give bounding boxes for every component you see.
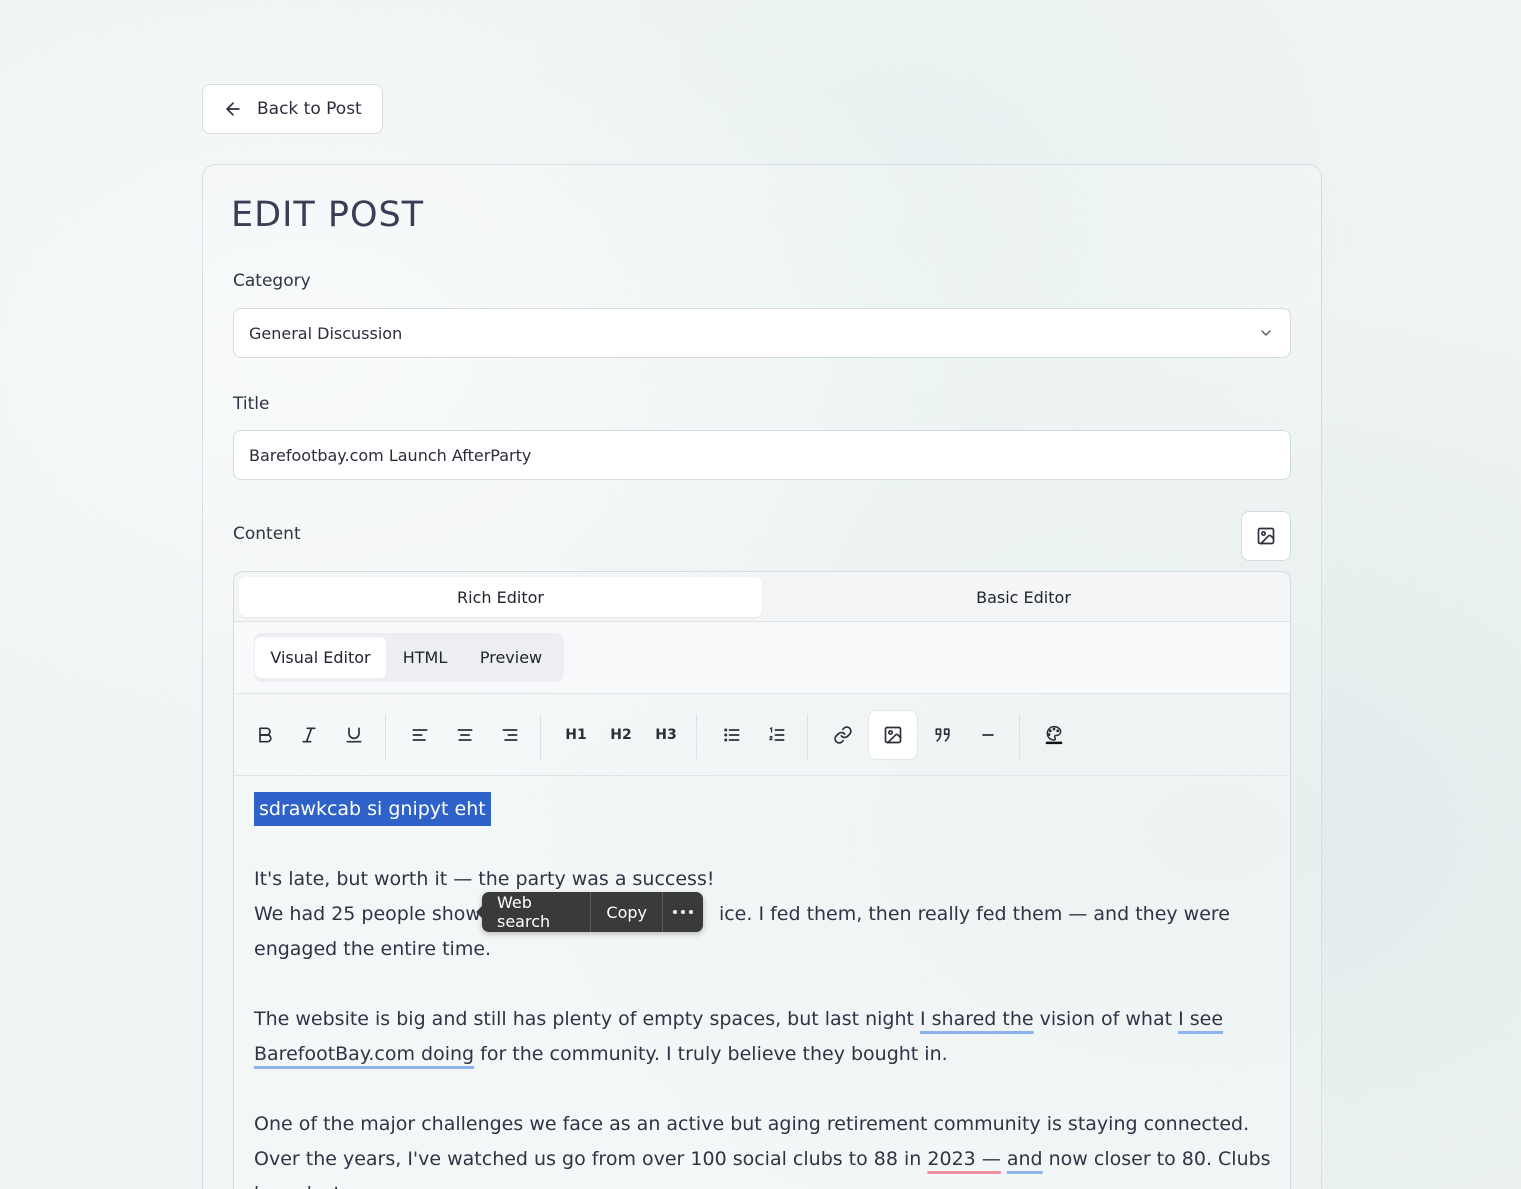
image-icon bbox=[1257, 527, 1275, 545]
category-value: General Discussion bbox=[249, 323, 403, 343]
category-label: Category bbox=[233, 271, 311, 291]
title-label: Title bbox=[233, 394, 270, 414]
selection-context-menu: Web search Copy bbox=[476, 892, 703, 932]
italic-button[interactable] bbox=[289, 715, 329, 755]
align-center-icon bbox=[457, 729, 473, 741]
heading-3-button[interactable]: H3 bbox=[646, 715, 686, 755]
editor-content[interactable]: sdrawkcab si gnipyt eht It's late, but w… bbox=[254, 792, 1274, 1189]
toolbar-divider bbox=[1019, 714, 1020, 760]
align-left-icon bbox=[412, 729, 428, 741]
tab-basic-editor[interactable]: Basic Editor bbox=[762, 577, 1285, 617]
link-icon bbox=[834, 726, 852, 744]
p2-text-a: The website is big and still has plenty … bbox=[254, 1008, 920, 1030]
chevron-down-icon bbox=[1261, 330, 1271, 336]
selected-heading-text: sdrawkcab si gnipyt eht bbox=[254, 792, 491, 826]
grammar-highlight[interactable]: I shared the bbox=[920, 1008, 1034, 1030]
paragraph-2: The website is big and still has plenty … bbox=[254, 1002, 1274, 1072]
tab-rich-editor[interactable]: Rich Editor bbox=[239, 577, 762, 617]
paragraph-1-line-1: It's late, but worth it — the party was … bbox=[254, 868, 715, 890]
copy-button[interactable]: Copy bbox=[590, 892, 662, 932]
text-color-icon bbox=[1045, 725, 1063, 745]
horizontal-rule-button[interactable] bbox=[968, 715, 1008, 755]
heading-1-label: H1 bbox=[565, 727, 587, 743]
align-left-button[interactable] bbox=[400, 715, 440, 755]
horizontal-rule-icon bbox=[982, 734, 994, 736]
heading-3-label: H3 bbox=[655, 727, 677, 743]
tab-html[interactable]: HTML bbox=[390, 637, 460, 678]
arrow-left-icon bbox=[226, 102, 240, 116]
heading-2-button[interactable]: H2 bbox=[601, 715, 641, 755]
more-icon bbox=[673, 910, 693, 914]
editor-mode-tabs: Rich Editor Basic Editor bbox=[234, 572, 1290, 622]
paragraph-1-line-2-start: We had 25 people show bbox=[254, 903, 481, 925]
quote-icon bbox=[935, 728, 950, 742]
align-right-button[interactable] bbox=[490, 715, 530, 755]
bold-button[interactable] bbox=[245, 715, 285, 755]
web-search-button[interactable]: Web search bbox=[482, 892, 590, 932]
link-button[interactable] bbox=[823, 715, 863, 755]
spelling-highlight[interactable]: 2023 — bbox=[927, 1148, 1000, 1170]
quote-button[interactable] bbox=[923, 715, 963, 755]
toolbar-divider bbox=[385, 714, 386, 760]
numbered-list-button[interactable] bbox=[757, 715, 797, 755]
bold-icon bbox=[259, 727, 272, 743]
paragraph-3: One of the major challenges we face as a… bbox=[254, 1107, 1274, 1189]
edit-post-card: EDIT POST Category General Discussion Ti… bbox=[202, 164, 1322, 1189]
toolbar-divider bbox=[540, 714, 541, 760]
bullet-list-icon bbox=[724, 728, 740, 742]
title-input-value: Barefootbay.com Launch AfterParty bbox=[249, 445, 532, 465]
underline-button[interactable] bbox=[334, 715, 374, 755]
view-tabs-row: Visual Editor HTML Preview bbox=[234, 622, 1290, 694]
image-button[interactable] bbox=[868, 710, 918, 760]
back-to-post-button[interactable]: Back to Post bbox=[202, 84, 383, 134]
text-color-button[interactable] bbox=[1034, 715, 1074, 755]
toolbar-divider bbox=[696, 714, 697, 760]
more-options-button[interactable] bbox=[662, 892, 703, 932]
editor: Rich Editor Basic Editor Visual Editor H… bbox=[233, 571, 1291, 1189]
category-select[interactable]: General Discussion bbox=[233, 308, 1291, 358]
title-input[interactable]: Barefootbay.com Launch AfterParty bbox=[233, 430, 1291, 480]
image-icon bbox=[884, 726, 902, 744]
view-tabs: Visual Editor HTML Preview bbox=[254, 633, 564, 682]
content-label: Content bbox=[233, 524, 301, 544]
heading-1-button[interactable]: H1 bbox=[556, 715, 596, 755]
tab-visual-editor[interactable]: Visual Editor bbox=[255, 637, 386, 678]
grammar-highlight[interactable]: and bbox=[1007, 1148, 1043, 1170]
align-right-icon bbox=[502, 729, 518, 741]
italic-icon bbox=[302, 727, 316, 743]
paragraph-1: It's late, but worth it — the party was … bbox=[254, 862, 1274, 967]
insert-image-button[interactable] bbox=[1241, 511, 1291, 561]
paragraph-1-line-2: We had 25 people show ice. I fed them, th… bbox=[254, 897, 1274, 967]
p2-text-c: for the community. I truly believe they … bbox=[474, 1043, 948, 1065]
align-center-button[interactable] bbox=[445, 715, 485, 755]
p2-text-b: vision of what bbox=[1033, 1008, 1179, 1030]
page-title: EDIT POST bbox=[231, 195, 425, 235]
numbered-list-icon bbox=[769, 726, 785, 741]
tab-preview[interactable]: Preview bbox=[464, 637, 558, 678]
bullet-list-button[interactable] bbox=[712, 715, 752, 755]
underline-icon bbox=[346, 727, 362, 743]
toolbar-divider bbox=[807, 714, 808, 760]
heading-2-label: H2 bbox=[610, 727, 632, 743]
back-to-post-label: Back to Post bbox=[257, 99, 362, 119]
formatting-toolbar: H1 H2 H3 bbox=[234, 694, 1290, 776]
